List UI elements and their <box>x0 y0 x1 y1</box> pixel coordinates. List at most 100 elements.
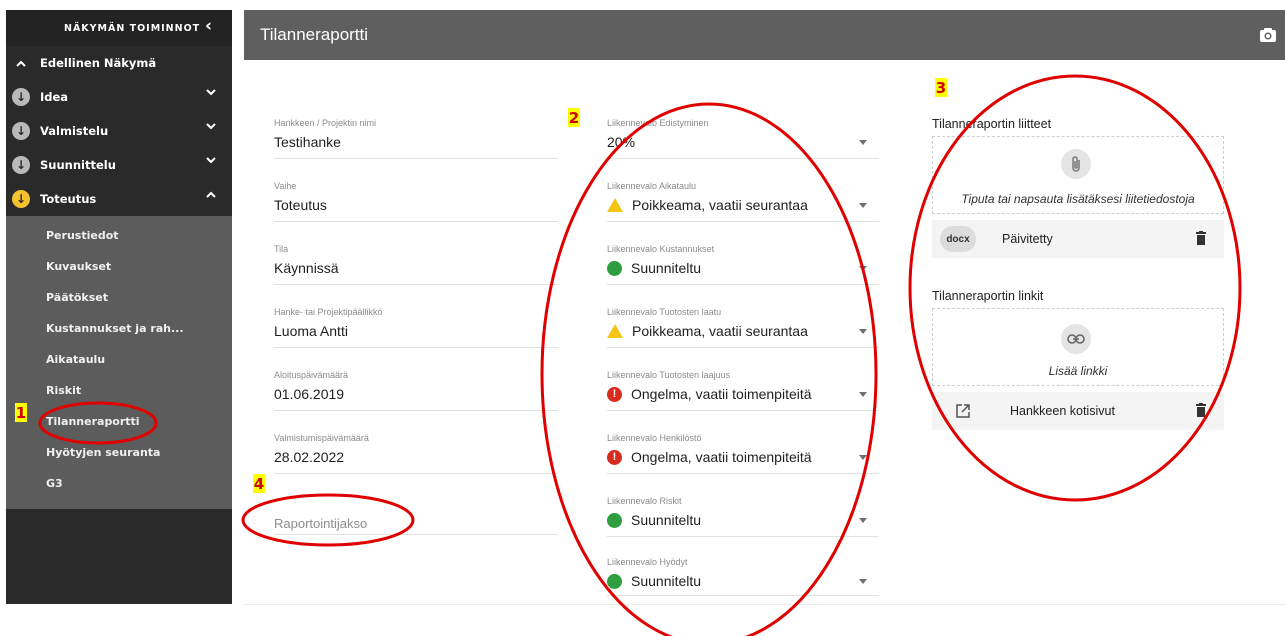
field-value: ! Ongelma, vaatii toimenpiteitä <box>607 386 812 402</box>
add-link-dropzone[interactable]: Lisää linkki <box>932 308 1224 386</box>
field-label: Liikennevalo Hyödyt <box>607 557 688 567</box>
project-manager-field[interactable]: Hanke- tai Projektipäällikkö Luoma Antti <box>274 307 558 348</box>
traffic-light-staff-select[interactable]: Liikennevalo Henkilöstö ! Ongelma, vaati… <box>607 433 879 474</box>
select-value: Suunniteltu <box>631 260 702 276</box>
section-label: Valmistelu <box>40 124 109 138</box>
select-value: Ongelma, vaatii toimenpiteitä <box>631 449 812 465</box>
field-value: Testihanke <box>274 134 341 150</box>
attachments-title: Tilanneraportin liitteet <box>932 117 1052 131</box>
reporting-period-input[interactable]: Raportointijakso <box>274 512 558 535</box>
dropdown-caret-icon <box>859 203 867 208</box>
traffic-light-output-quality-select[interactable]: Liikennevalo Tuotosten laatu Poikkeama, … <box>607 307 879 348</box>
link-name: Hankkeen kotisivut <box>1010 404 1115 418</box>
field-value: Poikkeama, vaatii seurantaa <box>607 323 808 339</box>
reporting-period-placeholder: Raportointijakso <box>274 516 368 531</box>
annotation-number-3: 3 <box>935 78 947 97</box>
paperclip-icon <box>1061 149 1091 179</box>
field-label: Liikennevalo Kustannukset <box>607 244 715 254</box>
field-label: Vaihe <box>274 181 297 191</box>
field-label: Liikennevalo Tuotosten laatu <box>607 307 722 317</box>
sidebar-item-aikataulu[interactable]: Aikataulu <box>6 344 232 375</box>
dropdown-caret-icon <box>859 266 867 271</box>
traffic-light-output-scope-select[interactable]: Liikennevalo Tuotosten laajuus ! Ongelma… <box>607 370 879 411</box>
field-value: 01.06.2019 <box>274 386 345 402</box>
status-ok-icon <box>607 260 622 276</box>
sidebar-section-toteutus[interactable]: ↓ Toteutus <box>6 182 232 216</box>
field-label: Liikennevalo Edistyminen <box>607 118 709 128</box>
sidebar-section-idea[interactable]: ↓ Idea <box>6 80 232 114</box>
sidebar-item-hyotyjen-seuranta[interactable]: Hyötyjen seuranta <box>6 437 232 468</box>
project-name-field[interactable]: Hankkeen / Projektin nimi Testihanke <box>274 118 558 159</box>
back-label: Edellinen Näkymä <box>40 56 157 70</box>
dropdown-caret-icon <box>859 392 867 397</box>
traffic-light-progress-select[interactable]: Liikennevalo Edistyminen 20% <box>607 118 879 159</box>
attachment-item[interactable]: docx Päivitetty <box>932 220 1224 258</box>
sidebar-item-kuvaukset[interactable]: Kuvaukset <box>6 251 232 282</box>
section-label: Suunnittelu <box>40 158 116 172</box>
start-date-field[interactable]: Aloituspäivämäärä 01.06.2019 <box>274 370 558 411</box>
camera-icon[interactable] <box>1259 27 1277 43</box>
annotation-number-4: 4 <box>253 474 265 493</box>
sidebar-item-kustannukset[interactable]: Kustannukset ja rah... <box>6 313 232 344</box>
end-date-field[interactable]: Valmistumispäivämäärä 28.02.2022 <box>274 433 558 474</box>
file-type-badge: docx <box>940 226 976 252</box>
trash-icon[interactable] <box>1196 231 1206 245</box>
sidebar-item-tilanneraportti[interactable]: Tilanneraportti <box>6 406 232 437</box>
sidebar-item-g3[interactable]: G3 <box>6 468 232 499</box>
field-value: Suunniteltu <box>607 260 701 276</box>
phase-field[interactable]: Vaihe Toteutus <box>274 181 558 222</box>
trash-icon[interactable] <box>1196 403 1206 417</box>
field-value: Käynnissä <box>274 260 339 276</box>
field-label: Hankkeen / Projektin nimi <box>274 118 377 128</box>
page-title: Tilanneraportti <box>260 25 369 44</box>
select-value: Poikkeama, vaatii seurantaa <box>632 323 808 339</box>
sidebar-item-riskit[interactable]: Riskit <box>6 375 232 406</box>
sidebar-title: NÄKYMÄN TOIMINNOT <box>64 22 201 34</box>
arrow-down-circle-icon: ↓ <box>12 156 30 174</box>
dropdown-caret-icon <box>859 579 867 584</box>
link-icon <box>1061 324 1091 354</box>
sidebar-item-perustiedot[interactable]: Perustiedot <box>6 220 232 251</box>
toteutus-submenu: Perustiedot Kuvaukset Päätökset Kustannu… <box>6 216 232 509</box>
select-value: Suunniteltu <box>631 573 702 589</box>
traffic-light-benefits-select[interactable]: Liikennevalo Hyödyt Suunniteltu <box>607 557 879 596</box>
status-field[interactable]: Tila Käynnissä <box>274 244 558 285</box>
collapse-sidebar-icon[interactable]: ‹ <box>205 16 212 36</box>
field-value: Luoma Antti <box>274 323 348 339</box>
section-label: Idea <box>40 90 69 104</box>
open-in-new-icon[interactable] <box>956 404 970 423</box>
warning-icon <box>607 324 623 338</box>
field-label: Tila <box>274 244 289 254</box>
error-icon: ! <box>607 386 622 402</box>
field-value: ! Ongelma, vaatii toimenpiteitä <box>607 449 812 465</box>
links-title: Tilanneraportin linkit <box>932 289 1044 303</box>
select-value: Poikkeama, vaatii seurantaa <box>632 197 808 213</box>
attachment-dropzone[interactable]: Tiputa tai napsauta lisätäksesi liitetie… <box>932 136 1224 214</box>
field-label: Liikennevalo Riskit <box>607 496 682 506</box>
dropdown-caret-icon <box>859 329 867 334</box>
sidebar-section-valmistelu[interactable]: ↓ Valmistelu <box>6 114 232 148</box>
dropdown-caret-icon <box>859 455 867 460</box>
field-value: 20% <box>607 134 635 150</box>
link-item[interactable]: Hankkeen kotisivut <box>932 392 1224 430</box>
sidebar-section-suunnittelu[interactable]: ↓ Suunnittelu <box>6 148 232 182</box>
traffic-light-costs-select[interactable]: Liikennevalo Kustannukset Suunniteltu <box>607 244 879 285</box>
sidebar-item-paatokset[interactable]: Päätökset <box>6 282 232 313</box>
traffic-light-schedule-select[interactable]: Liikennevalo Aikataulu Poikkeama, vaatii… <box>607 181 879 222</box>
select-value: Ongelma, vaatii toimenpiteitä <box>631 386 812 402</box>
status-ok-icon <box>607 512 622 528</box>
annotation-number-1: 1 <box>15 403 27 422</box>
dropdown-caret-icon <box>859 518 867 523</box>
sidebar-header: NÄKYMÄN TOIMINNOT ‹ <box>6 10 232 46</box>
field-label: Hanke- tai Projektipäällikkö <box>274 307 383 317</box>
chevron-down-icon <box>206 123 216 131</box>
traffic-light-risks-select[interactable]: Liikennevalo Riskit Suunniteltu <box>607 496 879 537</box>
chevron-up-icon <box>206 191 216 199</box>
field-value: Toteutus <box>274 197 327 213</box>
back-to-previous-view[interactable]: Edellinen Näkymä <box>6 46 232 80</box>
field-label: Liikennevalo Tuotosten laajuus <box>607 370 731 380</box>
field-label: Liikennevalo Aikataulu <box>607 181 697 191</box>
select-value: 20% <box>607 134 636 150</box>
field-label: Valmistumispäivämäärä <box>274 433 369 443</box>
chevron-down-icon <box>206 157 216 165</box>
